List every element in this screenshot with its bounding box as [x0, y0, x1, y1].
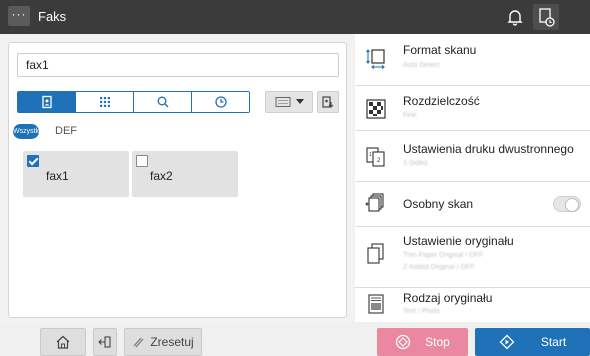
clock-icon — [214, 96, 227, 108]
setting-value: Auto Detect — [403, 62, 440, 69]
setting-resolution[interactable]: Rozdzielczość Fine — [355, 86, 590, 131]
tab-keypad[interactable] — [76, 92, 134, 112]
entry-name: fax2 — [150, 169, 173, 183]
duplex-icon: 1 2 — [366, 147, 385, 167]
setting-title: Ustawienie oryginału — [403, 234, 514, 248]
footer-bar: Zresetuj Stop Start — [0, 322, 590, 356]
setting-title: Rozdzielczość — [403, 94, 480, 108]
scan-size-icon — [366, 49, 385, 69]
reset-icon — [133, 337, 144, 348]
stop-button[interactable]: Stop — [377, 328, 468, 356]
tab-history[interactable] — [192, 92, 249, 112]
job-status-icon[interactable] — [533, 4, 559, 30]
index-all-badge[interactable]: Wszystko — [13, 124, 43, 139]
list-view-icon — [275, 97, 290, 107]
view-mode-dropdown[interactable] — [265, 91, 313, 113]
setting-title: Rodzaj oryginału — [403, 291, 493, 305]
bell-icon[interactable] — [505, 7, 525, 27]
svg-text:1: 1 — [369, 152, 372, 158]
entry-name: fax1 — [46, 169, 69, 183]
setting-value-2: Z-folded Original / OFF — [403, 264, 475, 271]
start-icon — [499, 334, 515, 350]
separate-scan-toggle[interactable] — [553, 196, 581, 212]
setting-value: 1-Sided — [403, 160, 428, 167]
setting-original-type[interactable]: Rodzaj oryginału Text / Photo — [355, 288, 590, 322]
back-icon — [98, 336, 111, 348]
resolution-icon — [366, 99, 386, 119]
register-icon — [322, 96, 334, 108]
reset-button[interactable]: Zresetuj — [124, 328, 202, 356]
setting-value: Text / Photo — [403, 308, 440, 315]
address-entry[interactable]: fax1 — [23, 151, 129, 197]
original-type-icon — [368, 294, 384, 314]
keypad-icon — [99, 97, 110, 107]
reset-label: Zresetuj — [150, 335, 194, 349]
header-bar: ··· Faks — [0, 0, 590, 34]
settings-panel: Format skanu Auto Detect Rozdzielczość F… — [355, 34, 590, 322]
original-settings-icon — [367, 243, 384, 264]
register-destination-button[interactable] — [317, 91, 339, 113]
home-button[interactable] — [40, 328, 86, 356]
home-icon — [56, 335, 70, 349]
destination-field[interactable]: fax1 — [17, 53, 339, 77]
setting-separate-scan[interactable]: Osobny skan — [355, 182, 590, 227]
app-title: Faks — [38, 9, 67, 24]
address-book-icon — [41, 95, 52, 109]
destination-panel: fax1 Wszystko DEF fax1 fax2 — [8, 42, 347, 318]
checkbox-checked[interactable] — [27, 155, 39, 167]
start-label: Start — [540, 335, 567, 349]
separate-scan-icon — [365, 193, 384, 212]
start-button[interactable]: Start — [475, 328, 590, 356]
setting-scan-size[interactable]: Format skanu Auto Detect — [355, 34, 590, 86]
tab-search[interactable] — [134, 92, 192, 112]
stop-label: Stop — [425, 335, 450, 349]
chevron-down-icon — [295, 99, 304, 104]
tab-address-book[interactable] — [18, 92, 76, 112]
destination-tabbar — [17, 91, 250, 113]
setting-original-settings[interactable]: Ustawienie oryginału Thin Paper Original… — [355, 227, 590, 288]
address-entry[interactable]: fax2 — [132, 151, 238, 197]
setting-value: Thin Paper Original / OFF — [403, 252, 484, 259]
checkbox[interactable] — [136, 155, 148, 167]
setting-title: Ustawienia druku dwustronnego — [403, 142, 574, 156]
search-icon — [157, 96, 168, 108]
setting-value: Fine — [403, 112, 417, 119]
menu-button[interactable]: ··· — [8, 6, 30, 26]
setting-title: Format skanu — [403, 43, 477, 57]
back-button[interactable] — [93, 328, 117, 356]
setting-title: Osobny skan — [403, 197, 474, 211]
stop-icon — [396, 334, 411, 350]
setting-duplex[interactable]: 1 2 Ustawienia druku dwustronnego 1-Side… — [355, 131, 590, 182]
index-label[interactable]: DEF — [55, 125, 77, 137]
